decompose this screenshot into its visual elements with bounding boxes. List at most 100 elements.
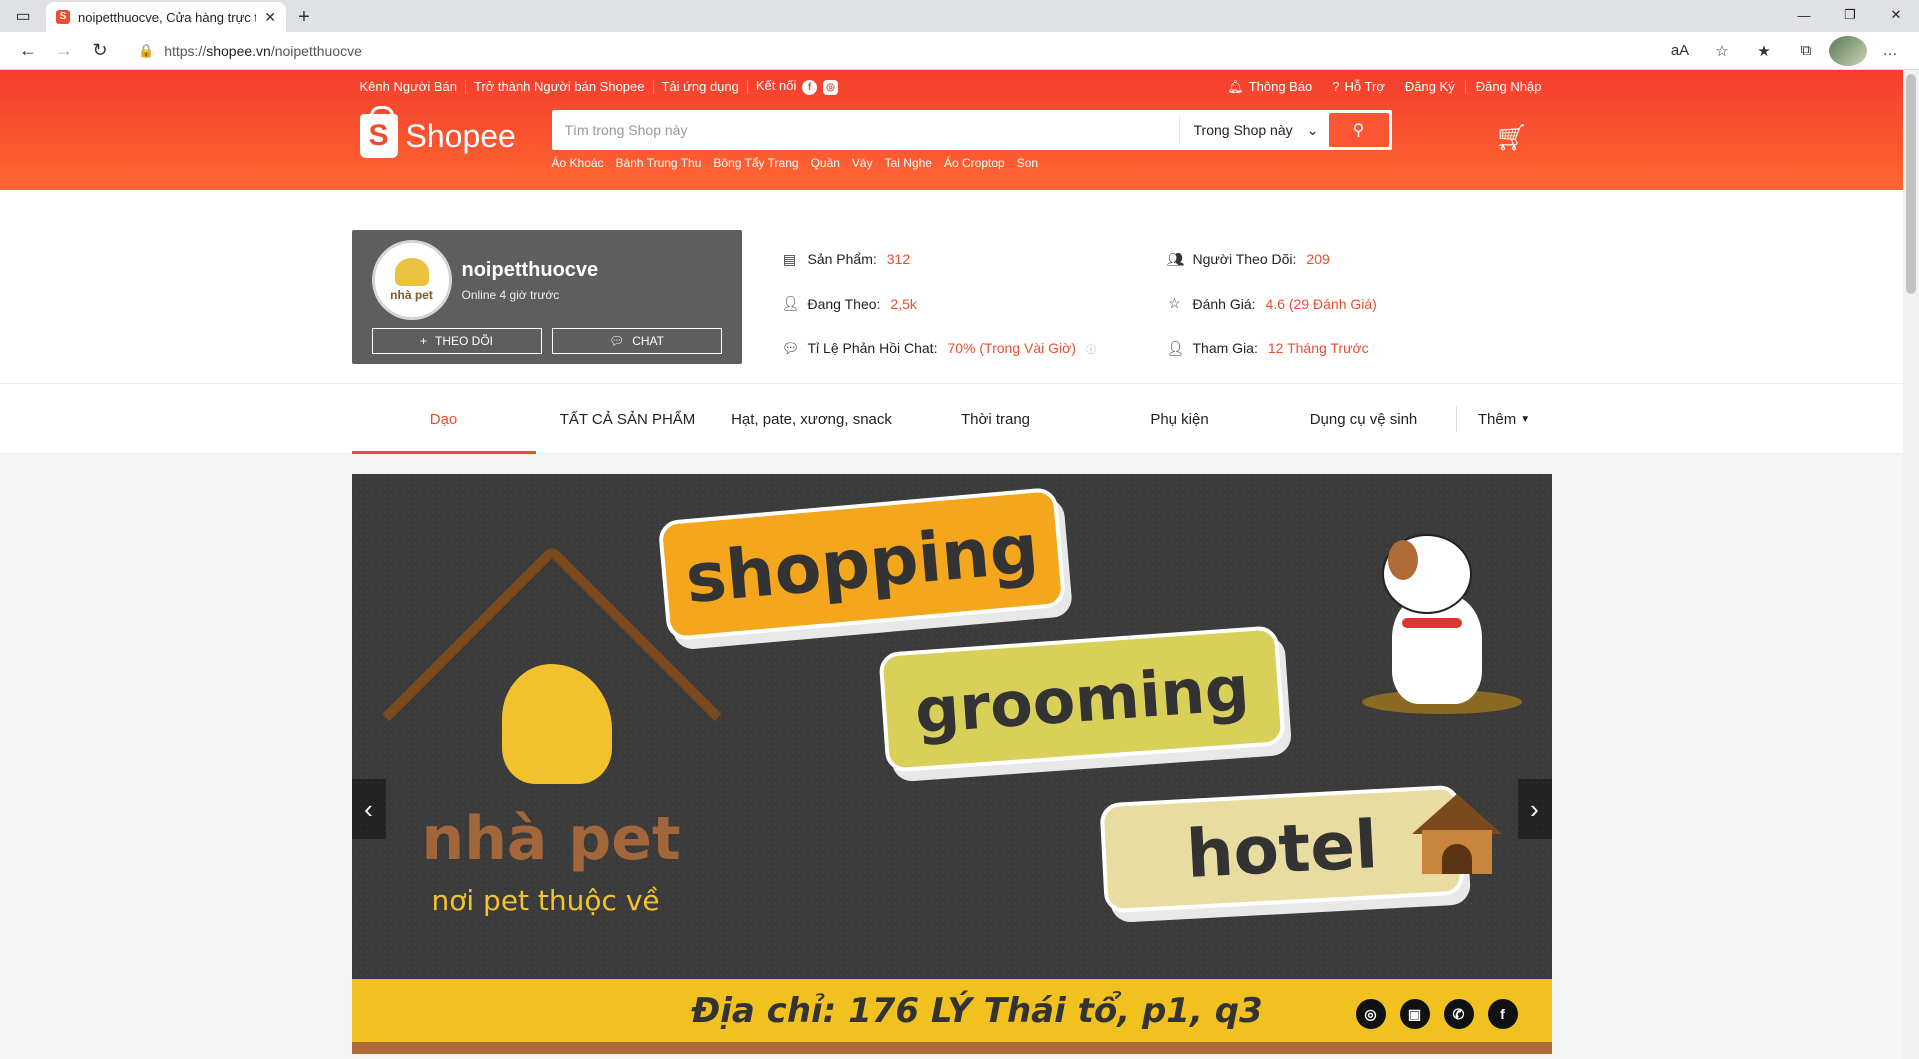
chat-icon: 💬︎ bbox=[608, 334, 625, 348]
stat-label: Đang Theo: bbox=[807, 295, 881, 312]
tab-hygiene[interactable]: Dụng cụ vệ sinh bbox=[1272, 384, 1456, 454]
stat-value: 209 bbox=[1306, 251, 1330, 267]
new-tab-button[interactable]: + bbox=[286, 2, 322, 32]
register-link[interactable]: Đăng Ký bbox=[1395, 80, 1466, 94]
keyword-link[interactable]: Quần bbox=[811, 156, 840, 170]
category-tabs: Dạo TẤT CẢ SẢN PHẨM Hạt, pate, xương, sn… bbox=[0, 384, 1903, 454]
lock-icon[interactable]: 🔒 bbox=[138, 43, 154, 59]
login-link[interactable]: Đăng Nhập bbox=[1466, 80, 1552, 94]
stat-label: Tham Gia: bbox=[1192, 340, 1258, 357]
facebook-icon[interactable]: f bbox=[801, 80, 817, 96]
search-scope-select[interactable]: Trong Shop này ⌄ bbox=[1178, 115, 1329, 145]
stat-followers: 👥︎ Người Theo Dõi: 209 bbox=[1167, 248, 1552, 270]
search-input[interactable] bbox=[554, 122, 1179, 138]
window-close-icon[interactable]: ✕ bbox=[1873, 0, 1919, 30]
scrollbar-thumb[interactable] bbox=[1906, 74, 1916, 294]
shopee-favicon-icon: S bbox=[56, 10, 70, 24]
collections-icon[interactable]: ⧉ bbox=[1787, 36, 1825, 66]
add-favorite-icon[interactable]: ☆ bbox=[1703, 36, 1741, 66]
chat-button[interactable]: 💬︎ CHAT bbox=[551, 328, 722, 354]
tab-browse[interactable]: Dạo bbox=[351, 384, 536, 454]
stat-label: Tỉ Lệ Phản Hồi Chat: bbox=[807, 340, 938, 357]
restore-icon[interactable]: ❐ bbox=[1827, 0, 1873, 30]
window-controls: — ❐ ✕ bbox=[1781, 0, 1919, 30]
profile-avatar[interactable] bbox=[1829, 35, 1867, 66]
caret-down-icon: ▼ bbox=[1520, 413, 1531, 425]
back-button[interactable]: ← bbox=[10, 36, 46, 66]
minimize-icon[interactable]: — bbox=[1781, 0, 1827, 30]
stat-joined: 👤︎ Tham Gia: 12 Tháng Trước bbox=[1167, 337, 1552, 359]
brand-tagline: nơi pet thuộc về bbox=[431, 884, 660, 917]
tab-food-snack[interactable]: Hạt, pate, xương, snack bbox=[720, 384, 904, 454]
chevron-left-icon: ‹ bbox=[364, 793, 373, 824]
stat-value: 312 bbox=[886, 251, 911, 267]
facebook-icon: f bbox=[1487, 999, 1518, 1029]
shop-avatar-text: nhà pet bbox=[390, 288, 433, 302]
help-label: Hỗ Trợ bbox=[1344, 79, 1385, 94]
whatsapp-icon: ✆ bbox=[1443, 999, 1474, 1029]
tab-close-icon[interactable]: ✕ bbox=[264, 9, 276, 26]
shop-info-section: nhà pet noipetthuocve Online 4 giờ trước… bbox=[0, 190, 1903, 384]
read-aloud-icon[interactable]: aA bbox=[1661, 36, 1699, 66]
keyword-link[interactable]: Son bbox=[1017, 156, 1038, 170]
keyword-link[interactable]: Áo Croptop bbox=[944, 156, 1005, 170]
shop-banner[interactable]: nhà pet nơi pet thuộc về shopping groomi… bbox=[351, 474, 1552, 1054]
dog-logo-icon bbox=[394, 258, 429, 286]
tab-more[interactable]: Thêm ▼ bbox=[1455, 406, 1552, 432]
follow-button[interactable]: + THEO DÕI bbox=[371, 328, 542, 354]
keyword-link[interactable]: Áo Khoác bbox=[552, 156, 604, 170]
tab-actions-icon[interactable]: ▭ bbox=[0, 0, 46, 32]
keyword-link[interactable]: Bông Tẩy Trang bbox=[713, 156, 798, 170]
more-icon[interactable]: … bbox=[1871, 36, 1909, 66]
stat-value: 12 Tháng Trước bbox=[1267, 340, 1369, 357]
address-bar: ← → ↻ 🔒 https://shopee.vn/noipetthuocve … bbox=[0, 32, 1919, 70]
search-scope-label: Trong Shop này bbox=[1193, 122, 1293, 138]
page-scrollbar[interactable] bbox=[1903, 70, 1919, 1059]
carousel-prev-button[interactable]: ‹ bbox=[351, 779, 386, 839]
instagram-icon[interactable]: ◎ bbox=[822, 80, 838, 96]
url-text: https://shopee.vn/noipetthuocve bbox=[164, 43, 362, 59]
shop-online-status: Online 4 giờ trước bbox=[461, 287, 560, 302]
store-icon: ▤ bbox=[782, 250, 797, 267]
star-icon: ☆ bbox=[1168, 295, 1181, 312]
become-seller-link[interactable]: Trở thành Người bán Shopee bbox=[466, 80, 654, 94]
notifications-label: Thông Báo bbox=[1248, 79, 1313, 94]
download-app-link[interactable]: Tải ứng dụng bbox=[654, 80, 748, 94]
tab-all-products[interactable]: TẤT CẢ SẢN PHẨM bbox=[536, 384, 720, 454]
seller-channel-link[interactable]: Kênh Người Bán bbox=[352, 80, 466, 94]
shopee-header: Kênh Người Bán Trở thành Người bán Shope… bbox=[0, 70, 1903, 190]
keyword-link[interactable]: Tai Nghe bbox=[885, 156, 932, 170]
shopee-logo[interactable]: S Shopee bbox=[352, 106, 552, 158]
search-button[interactable]: ⚲ bbox=[1328, 113, 1389, 147]
refresh-button[interactable]: ↻ bbox=[82, 36, 118, 66]
shop-name: noipetthuocve bbox=[461, 258, 599, 281]
notifications-link[interactable]: 🔔︎ Thông Báo bbox=[1217, 80, 1322, 94]
browser-toolbar: aA ☆ ★ ⧉ … bbox=[1661, 35, 1909, 66]
brand-name: nhà pet bbox=[421, 804, 681, 874]
search-box: Trong Shop này ⌄ ⚲ bbox=[551, 110, 1392, 150]
favorites-icon[interactable]: ★ bbox=[1745, 36, 1783, 66]
bell-icon: 🔔︎ bbox=[1227, 79, 1244, 94]
keyword-link[interactable]: Váy bbox=[852, 156, 873, 170]
top-nav: Kênh Người Bán Trở thành Người bán Shope… bbox=[352, 70, 1552, 104]
user-icon: 👤︎ bbox=[781, 295, 800, 312]
stat-rating: ☆ Đánh Giá: 4.6 (29 Đánh Giá) bbox=[1167, 293, 1552, 315]
follow-label: THEO DÕI bbox=[435, 334, 494, 348]
tab-accessories[interactable]: Phụ kiện bbox=[1088, 384, 1272, 454]
logo-text: Shopee bbox=[405, 117, 516, 154]
shop-card: nhà pet noipetthuocve Online 4 giờ trước… bbox=[351, 230, 742, 364]
hotel-plate: hotel bbox=[1098, 784, 1465, 914]
keyword-link[interactable]: Bánh Trung Thu bbox=[616, 156, 702, 170]
puppy-illustration bbox=[1361, 534, 1522, 714]
stat-value: 2,5k bbox=[890, 295, 917, 312]
help-link[interactable]: ? Hỗ Trợ bbox=[1322, 80, 1395, 94]
shop-avatar[interactable]: nhà pet bbox=[371, 240, 452, 320]
browser-tab[interactable]: S noipetthuocve, Cửa hàng trực tuyến ✕ bbox=[46, 2, 286, 32]
info-icon[interactable]: ⓘ bbox=[1086, 341, 1096, 356]
forward-button[interactable]: → bbox=[46, 36, 82, 66]
stat-label: Đánh Giá: bbox=[1192, 295, 1256, 312]
url-field[interactable]: 🔒 https://shopee.vn/noipetthuocve bbox=[126, 36, 1653, 66]
carousel-next-button[interactable]: › bbox=[1517, 779, 1552, 839]
tab-fashion[interactable]: Thời trang bbox=[904, 384, 1088, 454]
cart-icon[interactable]: 🛒︎ bbox=[1472, 110, 1552, 153]
